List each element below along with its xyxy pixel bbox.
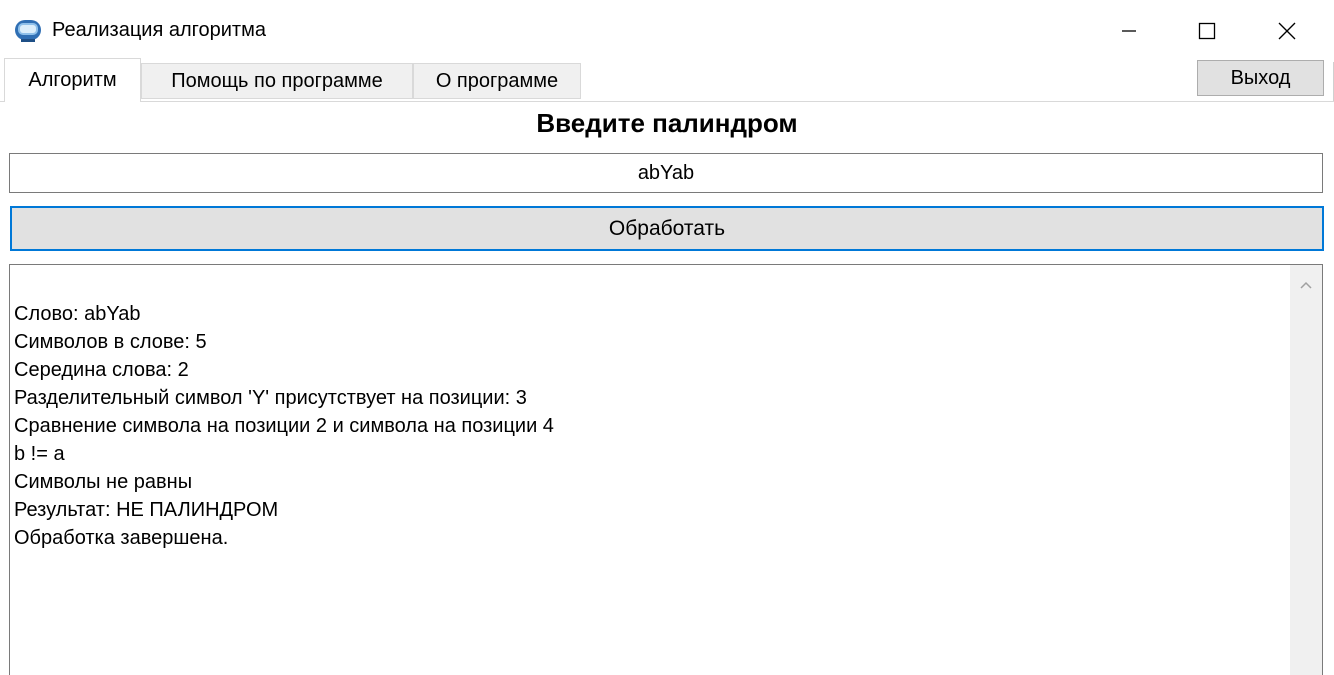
- title-bar[interactable]: Реализация алгоритма: [0, 0, 1334, 62]
- palindrome-input[interactable]: abYab: [9, 153, 1323, 193]
- minimize-icon: [1122, 30, 1136, 32]
- output-textarea[interactable]: Слово: abYab Символов в слове: 5 Середин…: [9, 264, 1323, 675]
- maximize-button[interactable]: [1162, 0, 1252, 62]
- maximize-icon: [1198, 22, 1216, 40]
- output-line: Разделительный символ 'Y' присутствует н…: [14, 387, 527, 409]
- output-line: b != a: [14, 443, 65, 465]
- tab-about[interactable]: О программе: [413, 63, 581, 99]
- process-button[interactable]: Обработать: [10, 206, 1324, 251]
- app-window-icon: [14, 18, 42, 44]
- app-window: Реализация алгоритма Алгоритм Помощь по …: [0, 0, 1334, 675]
- tab-help[interactable]: Помощь по программе: [141, 63, 413, 99]
- close-button[interactable]: [1242, 0, 1332, 62]
- tab-algorithm[interactable]: Алгоритм: [4, 58, 141, 102]
- output-line: Символов в слове: 5: [14, 331, 207, 353]
- output-line: Символы не равны: [14, 471, 193, 493]
- output-line: Результат: НЕ ПАЛИНДРОМ: [14, 499, 279, 521]
- output-line: Слово: abYab: [14, 303, 141, 325]
- output-text: Слово: abYab Символов в слове: 5 Середин…: [14, 300, 554, 552]
- output-line: Середина слова: 2: [14, 359, 189, 381]
- close-icon: [1278, 22, 1296, 40]
- output-line: Сравнение символа на позиции 2 и символа…: [14, 415, 554, 437]
- minimize-button[interactable]: [1084, 0, 1174, 62]
- scroll-up-button[interactable]: [1290, 269, 1322, 301]
- chevron-up-icon: [1300, 281, 1312, 289]
- vertical-scrollbar[interactable]: [1290, 265, 1322, 675]
- exit-button[interactable]: Выход: [1197, 60, 1324, 96]
- window-title: Реализация алгоритма: [52, 19, 266, 41]
- page-heading: Введите палиндром: [536, 108, 798, 138]
- output-line: Обработка завершена.: [14, 527, 229, 549]
